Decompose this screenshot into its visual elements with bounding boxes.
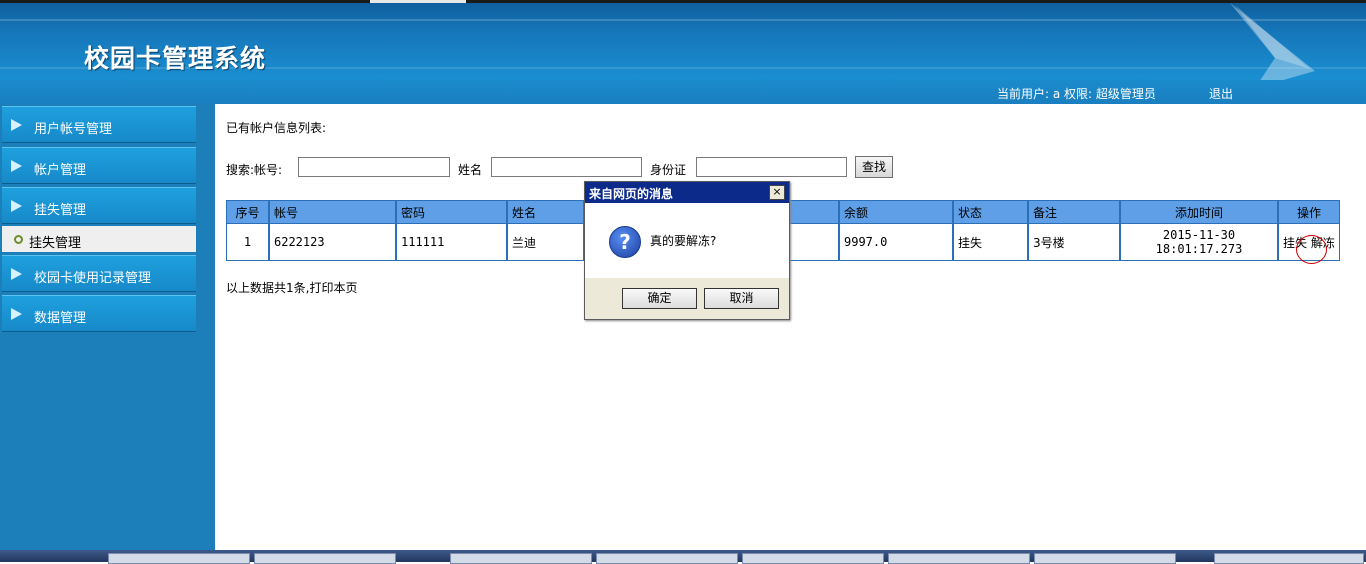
taskbar-button[interactable] [1034,553,1176,564]
triangle-right-icon [11,119,22,131]
cell-name: 兰迪 [508,223,585,260]
taskbar-button[interactable] [596,553,738,564]
sidebar-subitem-loss-report[interactable]: 挂失管理 [2,226,196,252]
current-user-info: 当前用户: a 权限: 超级管理员 [997,87,1156,101]
taskbar-button[interactable] [888,553,1030,564]
column-header: 序号 [227,201,270,223]
sidebar-item-accounts[interactable]: 帐户管理 [2,147,196,184]
column-header: 帐号 [270,201,397,223]
sidebar-item-label: 挂失管理 [34,203,87,218]
sidebar-item-data-management[interactable]: 数据管理 [2,295,196,332]
print-page-link[interactable]: 打印本页 [309,281,357,295]
account-search-input[interactable] [298,157,450,177]
search-button[interactable]: 查找 [855,156,893,178]
page-title: 已有帐户信息列表: [226,121,327,135]
cell-remark: 3号楼 [1029,223,1121,260]
cell-index: 1 [227,223,270,260]
name-label: 姓名 [458,163,483,177]
column-header: 备注 [1029,201,1121,223]
cell-balance: 9997.0 [840,223,954,260]
summary-line: 以上数据共1条,打印本页 [226,279,357,296]
triangle-right-icon [11,308,22,320]
confirm-dialog: 来自网页的消息 × ? 真的要解冻? 确定 取消 [584,181,790,320]
column-header: 添加时间 [1121,201,1279,223]
taskbar-tray [1214,553,1364,564]
sidebar-item-label: 帐户管理 [34,163,87,178]
taskbar-button[interactable] [450,553,592,564]
sidebar-item-label: 用户帐号管理 [34,122,113,137]
cell-status: 挂失 [954,223,1029,260]
sidebar-item-label: 数据管理 [34,311,87,326]
ok-button[interactable]: 确定 [622,288,697,309]
cancel-button[interactable]: 取消 [704,288,779,309]
os-taskbar [0,550,1366,564]
taskbar-button[interactable] [254,553,396,564]
cell-password: 111111 [397,223,508,260]
dialog-title: 来自网页的消息 [589,187,674,201]
dialog-body: ? 真的要解冻? [585,203,789,278]
column-header: 余额 [840,201,954,223]
cell-added-time: 2015-11-30 18:01:17.273 [1121,223,1279,260]
triangle-right-icon [11,268,22,280]
question-icon: ? [609,226,641,258]
account-label: 搜索:帐号: [226,163,283,177]
user-bar: 当前用户: a 权限: 超级管理员 退出 [0,80,1366,104]
dialog-message: 真的要解冻? [650,234,717,248]
column-header: 状态 [954,201,1029,223]
close-icon[interactable]: × [769,185,785,200]
id-card-search-input[interactable] [696,157,847,177]
column-header: 操作 [1279,201,1339,223]
column-header: 姓名 [508,201,585,223]
record-count: 以上数据共1条, [226,281,310,295]
id-card-label: 身份证 [650,163,687,177]
column-header: 密码 [397,201,508,223]
taskbar-button[interactable] [108,553,250,564]
added-date: 2015-11-30 [1162,228,1236,242]
sidebar-item-usage-records[interactable]: 校园卡使用记录管理 [2,255,196,292]
sidebar-item-user-accounts[interactable]: 用户帐号管理 [2,106,196,143]
logout-link[interactable]: 退出 [1209,85,1233,102]
added-clock: 18:01:17.273 [1155,242,1243,256]
app-title: 校园卡管理系统 [84,44,267,73]
bullet-icon [14,235,23,244]
name-search-input[interactable] [491,157,642,177]
sidebar-item-label: 校园卡使用记录管理 [34,271,152,286]
triangle-right-icon [11,160,22,172]
triangle-right-icon [11,200,22,212]
highlight-circle [1296,235,1327,264]
sidebar-item-loss-report[interactable]: 挂失管理 [2,187,196,224]
sidebar-subitem-label: 挂失管理 [29,236,82,251]
dialog-titlebar[interactable]: 来自网页的消息 × [585,182,789,203]
cell-account: 6222123 [270,223,397,260]
taskbar-button[interactable] [742,553,884,564]
